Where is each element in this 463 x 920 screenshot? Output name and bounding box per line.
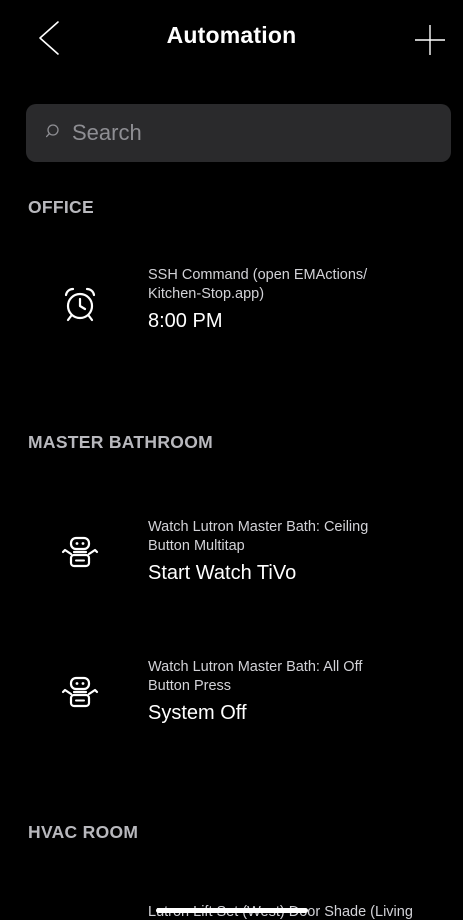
navigation-bar: Automation [0,0,463,80]
automation-item-text: Watch Lutron Master Bath: All Off Button… [148,658,448,725]
search-bar[interactable] [26,104,451,162]
search-input[interactable] [72,120,412,146]
search-icon [46,123,59,137]
automation-action: Start Watch TiVo [148,562,297,584]
section-header-office: OFFICE [28,197,94,217]
automation-trigger: Watch Lutron Master Bath: All Off Button… [148,659,363,694]
page-title: Automation [166,22,297,48]
robot-icon [61,676,99,708]
robot-icon [61,536,99,568]
automation-item[interactable]: Watch Lutron Master Bath: Ceiling Button… [0,510,463,610]
plus-icon [415,25,445,55]
home-indicator[interactable] [156,908,308,913]
automation-trigger: SSH Command (open EMActions/ Kitchen-Sto… [148,267,368,302]
automation-action: System Off [148,702,247,724]
automation-item-text: SSH Command (open EMActions/ Kitchen-Sto… [148,266,448,333]
automation-trigger: Watch Lutron Master Bath: Ceiling Button… [148,519,369,554]
automation-action: 8:00 PM [148,310,223,332]
section-header-master-bathroom: MASTER BATHROOM [28,432,213,452]
section-header-hvac-room: HVAC ROOM [28,822,139,842]
automation-item[interactable]: SSH Command (open EMActions/ Kitchen-Sto… [0,258,463,358]
automation-item-text: Watch Lutron Master Bath: Ceiling Button… [148,518,448,585]
add-button[interactable] [414,24,446,56]
alarm-clock-icon [64,287,96,322]
automation-item[interactable]: Watch Lutron Master Bath: All Off Button… [0,650,463,750]
